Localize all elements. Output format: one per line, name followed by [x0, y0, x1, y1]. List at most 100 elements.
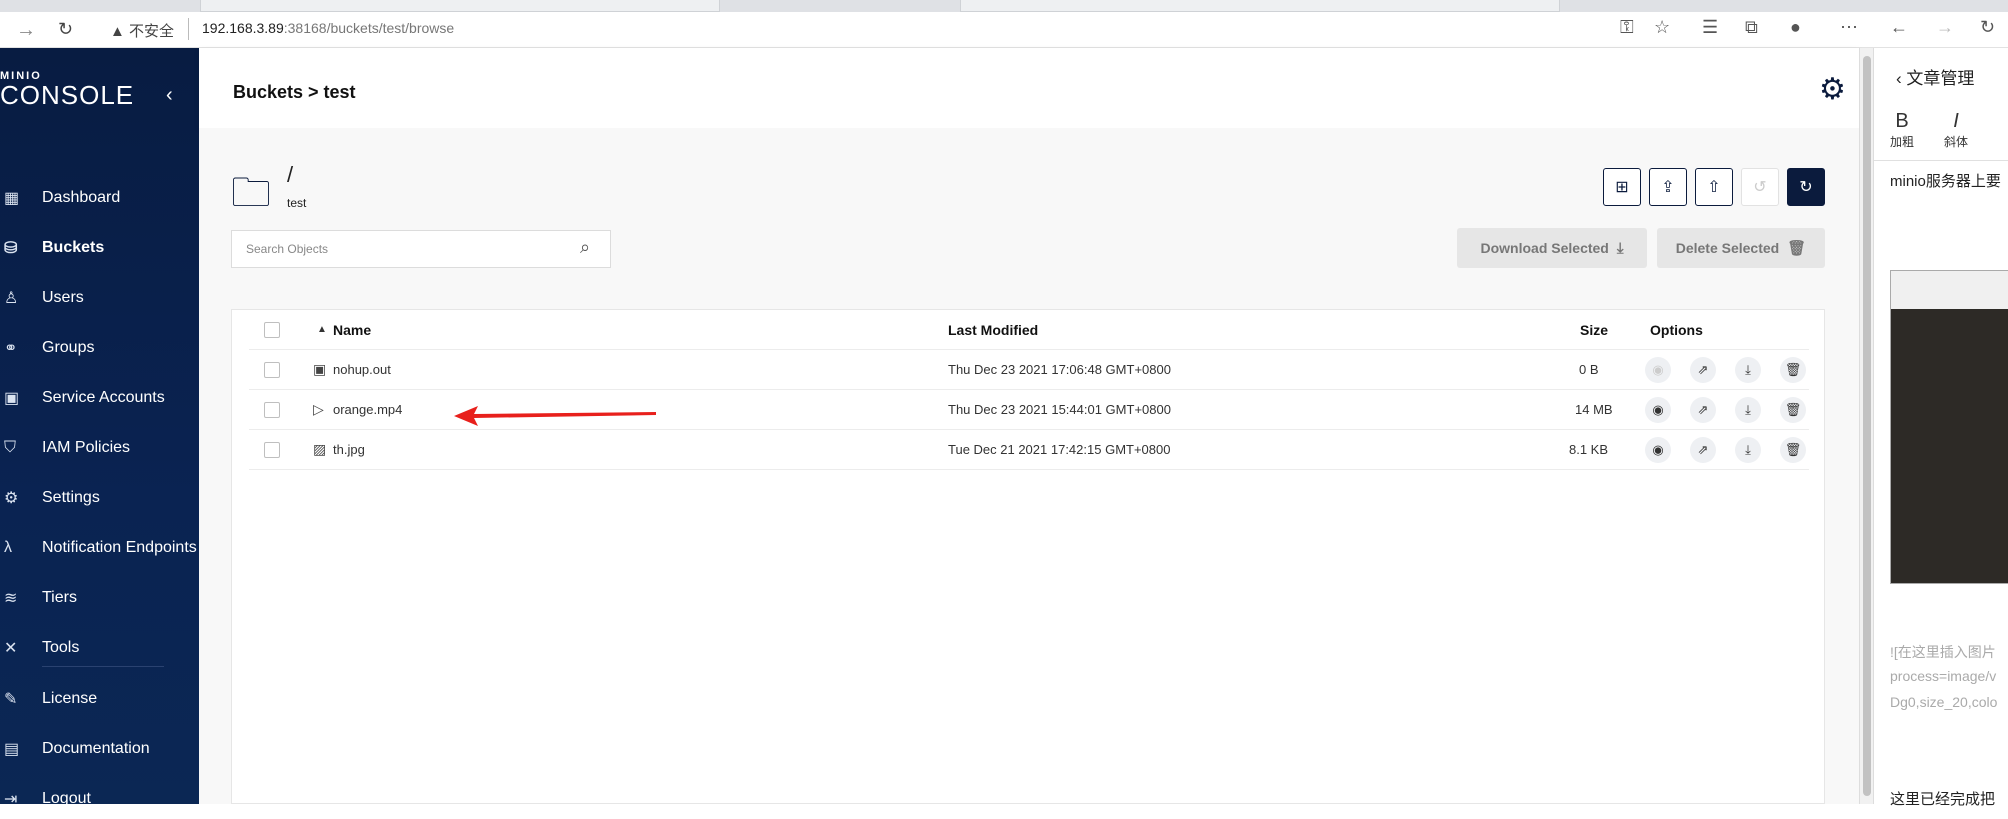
current-path: / [287, 162, 294, 187]
editor-side-panel: ‹ 文章管理 B 加粗 I 斜体 minio服务器上要 ![在这里插入图片 proc… [1873, 48, 2008, 808]
preview-icon[interactable]: ◉ [1645, 357, 1671, 383]
italic-button[interactable]: I 斜体 [1936, 110, 1976, 150]
url-field[interactable]: 192.168.3.89:38168/buckets/test/browse [202, 20, 454, 36]
editor-text[interactable]: minio服务器上要 [1890, 170, 2001, 191]
forward-icon-2[interactable]: → [1936, 17, 1954, 38]
editor-markdown-line[interactable]: process=image/v [1890, 668, 1996, 684]
main-area: Buckets > test ⚙ 🗀 / test ⊞ ⇪ ⇧ ↺ ↻ Sear… [199, 48, 1859, 804]
browser-tab[interactable] [200, 0, 720, 12]
collections-icon[interactable]: ⧉ [1745, 17, 1758, 38]
editor-text[interactable]: 这里已经完成把 [1890, 788, 1995, 809]
delete-selected-button[interactable]: Delete Selected 🗑 [1657, 228, 1825, 268]
sidebar-item-label: License [42, 690, 98, 707]
main-scrollbar[interactable] [1859, 48, 1873, 804]
sidebar-item-license[interactable]: ✎ License [0, 679, 199, 719]
sidebar-item-label: Notification Endpoints [42, 539, 197, 556]
license-icon: ✎ [4, 691, 18, 708]
column-last-modified[interactable]: Last Modified [948, 322, 1038, 338]
column-name[interactable]: Name [333, 322, 371, 338]
select-all-checkbox[interactable] [264, 322, 280, 338]
key-icon[interactable]: ⚿ [1620, 17, 1634, 38]
sidebar-item-tiers[interactable]: ≋ Tiers [0, 578, 199, 618]
download-selected-label: Download Selected [1480, 240, 1609, 256]
refresh-icon-2[interactable]: ↻ [1980, 17, 1995, 38]
table-row[interactable]: ▣ nohup.out Thu Dec 23 2021 17:06:48 GMT… [249, 350, 1809, 390]
row-checkbox[interactable] [264, 402, 280, 418]
sidebar-item-label: Users [42, 289, 84, 306]
browser-tab-strip [0, 0, 2008, 12]
row-checkbox[interactable] [264, 442, 280, 458]
table-row[interactable]: ▨ th.jpg Tue Dec 21 2021 17:42:15 GMT+08… [249, 430, 1809, 470]
preview-icon[interactable]: ◉ [1645, 437, 1671, 463]
forward-icon[interactable]: → [16, 19, 36, 42]
sidebar-item-documentation[interactable]: ▤ Documentation [0, 729, 199, 769]
editor-markdown-line[interactable]: Dg0,size_20,colo [1890, 694, 1997, 710]
search-icon: ⌕ [580, 237, 591, 257]
sidebar-item-dashboard[interactable]: ▦ Dashboard [0, 178, 199, 218]
more-icon[interactable]: ⋯ [1840, 17, 1858, 38]
file-size: 8.1 KB [1569, 442, 1609, 457]
refresh-icon: ↻ [1799, 179, 1813, 196]
sidebar-item-iam-policies[interactable]: ⛉ IAM Policies [0, 428, 199, 468]
editor-markdown-line[interactable]: ![在这里插入图片 [1890, 642, 1996, 662]
folder-icon: 🗀 [231, 171, 271, 215]
back-icon[interactable]: ← [1890, 17, 1908, 38]
sidebar-item-notification-endpoints[interactable]: λ Notification Endpoints [0, 528, 199, 568]
browser-tab[interactable] [960, 0, 1560, 12]
sidebar-item-tools[interactable]: ✕ Tools [0, 628, 199, 668]
search-input[interactable]: Search Objects ⌕ [231, 230, 611, 268]
sidebar-item-service-accounts[interactable]: ▣ Service Accounts [0, 378, 199, 418]
rewind-button[interactable]: ↺ [1741, 168, 1779, 206]
file-name[interactable]: nohup.out [333, 362, 391, 377]
share-icon[interactable]: ⇗ [1690, 397, 1716, 423]
bold-button[interactable]: B 加粗 [1882, 110, 1922, 150]
video-file-icon: ▷ [313, 401, 324, 417]
page-header: Buckets > test ⚙ [199, 48, 1859, 128]
sidebar-item-label: Tiers [42, 589, 77, 606]
delete-icon[interactable]: 🗑 [1780, 397, 1806, 423]
sidebar-item-buckets[interactable]: ⛁ Buckets [0, 228, 199, 268]
sidebar-item-label: Buckets [42, 239, 105, 256]
sidebar-item-settings[interactable]: ⚙ Settings [0, 478, 199, 518]
editor-title[interactable]: ‹ 文章管理 [1896, 64, 1974, 89]
upload-file-button[interactable]: ⇪ [1649, 168, 1687, 206]
security-warning[interactable]: ▲ 不安全 [110, 20, 174, 41]
upload-folder-button[interactable]: ⇧ [1695, 168, 1733, 206]
download-icon[interactable]: ⤓ [1735, 357, 1761, 383]
refresh-button[interactable]: ↻ [1787, 168, 1825, 206]
breadcrumb[interactable]: Buckets > test [233, 82, 356, 103]
sidebar-item-users[interactable]: ♙ Users [0, 278, 199, 318]
create-folder-button[interactable]: ⊞ [1603, 168, 1641, 206]
download-icon[interactable]: ⤓ [1735, 397, 1761, 423]
profile-icon[interactable]: ● [1790, 17, 1801, 38]
scrollbar-thumb[interactable] [1863, 56, 1871, 796]
file-size: 0 B [1579, 362, 1599, 377]
sidebar-item-label: Dashboard [42, 189, 121, 206]
file-name[interactable]: orange.mp4 [333, 402, 402, 417]
image-file-icon: ▨ [313, 441, 327, 457]
share-icon[interactable]: ⇗ [1690, 437, 1716, 463]
collapse-sidebar-icon[interactable]: ‹ [166, 84, 173, 107]
groups-icon: ⚭ [4, 340, 18, 357]
favorite-add-icon[interactable]: ☆ [1654, 17, 1670, 38]
preview-icon[interactable]: ◉ [1645, 397, 1671, 423]
download-icon[interactable]: ⤓ [1735, 437, 1761, 463]
file-name[interactable]: th.jpg [333, 442, 365, 457]
url-host: 192.168.3.89 [202, 20, 284, 36]
favorites-icon[interactable]: ☰ [1702, 17, 1718, 38]
delete-icon[interactable]: 🗑 [1780, 437, 1806, 463]
sidebar-item-groups[interactable]: ⚭ Groups [0, 328, 199, 368]
refresh-icon[interactable]: ↻ [58, 19, 73, 40]
sidebar-divider [42, 666, 164, 667]
sidebar-item-logout[interactable]: ⇥ Logout [0, 779, 199, 819]
share-icon[interactable]: ⇗ [1690, 357, 1716, 383]
gear-icon[interactable]: ⚙ [1819, 72, 1846, 107]
column-size[interactable]: Size [1580, 322, 1608, 338]
italic-label: 斜体 [1943, 135, 1968, 149]
download-selected-button[interactable]: Download Selected ⤓ [1457, 228, 1647, 268]
row-checkbox[interactable] [264, 362, 280, 378]
sort-ascending-icon[interactable]: ▲ [317, 324, 327, 335]
sidebar-item-label: IAM Policies [42, 439, 131, 456]
delete-icon[interactable]: 🗑 [1780, 357, 1806, 383]
bucket-icon: ⛁ [4, 240, 18, 257]
